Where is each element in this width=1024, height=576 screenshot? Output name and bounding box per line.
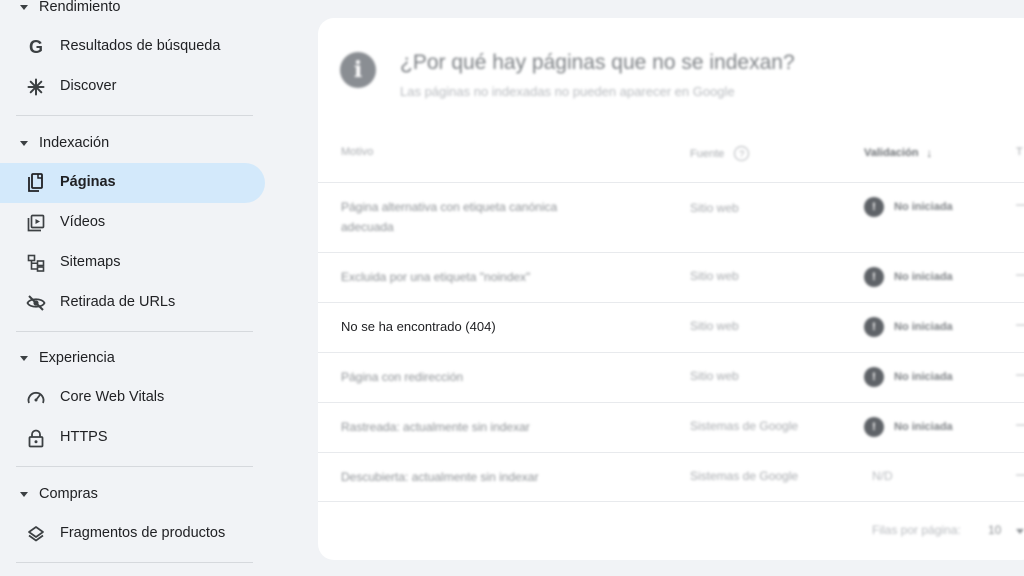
info-icon: i bbox=[340, 52, 376, 88]
trend-cell: — bbox=[1016, 367, 1024, 381]
help-icon[interactable]: ? bbox=[734, 146, 750, 161]
pages-icon bbox=[26, 173, 46, 193]
divider bbox=[16, 331, 253, 332]
sidebar-item-product-snippets[interactable]: Fragmentos de productos bbox=[0, 514, 265, 554]
collapse-caret-icon bbox=[20, 4, 28, 10]
non-indexed-reasons-card: i ¿Por qué hay páginas que no se indexan… bbox=[318, 18, 1024, 560]
validation-cell: ! No iniciada bbox=[864, 317, 953, 337]
rows-per-page-select[interactable]: 10 bbox=[988, 523, 1001, 537]
sidebar-item-label: Vídeos bbox=[60, 214, 106, 230]
divider bbox=[16, 562, 253, 563]
source-cell: Sistemas de Google bbox=[690, 419, 799, 433]
reason-cell: Rastreada: actualmente sin indexar bbox=[341, 420, 530, 434]
sidebar-item-label: Páginas bbox=[60, 174, 116, 190]
sort-arrow-down-icon: ↓ bbox=[926, 146, 933, 160]
chevron-down-icon[interactable] bbox=[1016, 529, 1024, 534]
card-subtitle: Las páginas no indexadas no pueden apare… bbox=[400, 84, 735, 99]
layers-icon bbox=[26, 524, 46, 544]
section-experiencia-header[interactable]: Experiencia bbox=[20, 348, 115, 368]
eye-off-icon bbox=[26, 293, 46, 313]
video-icon bbox=[26, 213, 46, 233]
source-cell: Sitio web bbox=[690, 319, 739, 333]
source-cell: Sistemas de Google bbox=[690, 469, 799, 483]
collapse-caret-icon bbox=[20, 355, 28, 361]
section-title: Rendimiento bbox=[39, 0, 121, 15]
sidebar-item-label: Retirada de URLs bbox=[60, 294, 176, 310]
divider bbox=[16, 115, 253, 116]
sidebar-item-label: Sitemaps bbox=[60, 254, 121, 270]
sidebar-item-label: Core Web Vitals bbox=[60, 389, 165, 405]
lock-icon bbox=[26, 428, 46, 448]
sitemap-icon bbox=[26, 253, 46, 273]
table-row[interactable]: Rastreada: actualmente sin indexar Siste… bbox=[318, 402, 1024, 452]
section-rendimiento-header[interactable]: Rendimiento bbox=[20, 0, 120, 17]
gauge-icon bbox=[26, 388, 46, 408]
sidebar-item-core-web-vitals[interactable]: Core Web Vitals bbox=[0, 378, 265, 418]
rows-per-page-label: Filas por página: bbox=[872, 523, 961, 537]
trend-cell: — bbox=[1016, 267, 1024, 281]
sidebar-item-https[interactable]: HTTPS bbox=[0, 418, 265, 458]
section-title: Indexación bbox=[39, 135, 110, 151]
collapse-caret-icon bbox=[20, 491, 28, 497]
column-header-source[interactable]: Fuente? bbox=[690, 146, 750, 161]
status-info-icon: ! bbox=[864, 317, 884, 337]
reason-cell: No se ha encontrado (404) bbox=[341, 319, 496, 334]
section-title: Compras bbox=[39, 486, 98, 502]
column-header-validation[interactable]: Validación ↓ bbox=[864, 146, 932, 160]
reason-cell: Página con redirección bbox=[341, 370, 464, 384]
sidebar-item-label: Resultados de búsqueda bbox=[60, 38, 221, 54]
table-row[interactable]: Página alternativa con etiqueta canónica… bbox=[318, 182, 1024, 252]
validation-cell: N/D bbox=[872, 469, 893, 483]
trend-cell: — bbox=[1016, 317, 1024, 331]
section-indexacion-header[interactable]: Indexación bbox=[20, 133, 109, 153]
sidebar-item-label: HTTPS bbox=[60, 429, 108, 445]
sidebar-item-discover[interactable]: Discover bbox=[0, 67, 265, 107]
sidebar-item-videos[interactable]: Vídeos bbox=[0, 203, 265, 243]
validation-cell: ! No iniciada bbox=[864, 197, 953, 217]
sidebar-item-sitemaps[interactable]: Sitemaps bbox=[0, 243, 265, 283]
sidebar: Rendimiento G Resultados de búsqueda Dis… bbox=[0, 0, 280, 576]
trend-cell: — bbox=[1016, 417, 1024, 431]
section-title: Experiencia bbox=[39, 350, 115, 366]
status-info-icon: ! bbox=[864, 267, 884, 287]
google-g-icon: G bbox=[28, 36, 43, 57]
table-row[interactable]: Página con redirección Sitio web ! No ini… bbox=[318, 352, 1024, 402]
status-info-icon: ! bbox=[864, 367, 884, 387]
table-row[interactable]: Descubierta: actualmente sin indexar Sis… bbox=[318, 452, 1024, 502]
sidebar-item-url-removal[interactable]: Retirada de URLs bbox=[0, 283, 265, 323]
asterisk-icon bbox=[26, 77, 46, 97]
table-row[interactable]: No se ha encontrado (404) Sitio web ! No … bbox=[318, 302, 1024, 352]
status-info-icon: ! bbox=[864, 417, 884, 437]
collapse-caret-icon bbox=[20, 140, 28, 146]
column-header-trend[interactable]: T bbox=[1016, 146, 1023, 158]
trend-cell: — bbox=[1016, 467, 1024, 481]
reason-cell: Página alternativa con etiqueta canónica… bbox=[341, 200, 558, 234]
sidebar-item-pages[interactable]: Páginas bbox=[0, 163, 265, 203]
reason-cell: Excluida por una etiqueta "noindex" bbox=[341, 270, 531, 284]
reason-cell: Descubierta: actualmente sin indexar bbox=[341, 470, 539, 484]
sidebar-item-label: Discover bbox=[60, 78, 117, 94]
validation-cell: ! No iniciada bbox=[864, 367, 953, 387]
status-info-icon: ! bbox=[864, 197, 884, 217]
table-row[interactable]: Excluida por una etiqueta "noindex" Siti… bbox=[318, 252, 1024, 302]
validation-cell: ! No iniciada bbox=[864, 267, 953, 287]
sidebar-item-search-results[interactable]: G Resultados de búsqueda bbox=[0, 27, 265, 67]
column-header-reason[interactable]: Motivo bbox=[341, 146, 373, 158]
card-title: ¿Por qué hay páginas que no se indexan? bbox=[400, 51, 795, 74]
section-compras-header[interactable]: Compras bbox=[20, 484, 98, 504]
trend-cell: — bbox=[1016, 197, 1024, 211]
source-cell: Sitio web bbox=[690, 201, 739, 215]
sidebar-item-label: Fragmentos de productos bbox=[60, 525, 226, 541]
validation-cell: ! No iniciada bbox=[864, 417, 953, 437]
source-cell: Sitio web bbox=[690, 369, 739, 383]
source-cell: Sitio web bbox=[690, 269, 739, 283]
divider bbox=[16, 466, 253, 467]
